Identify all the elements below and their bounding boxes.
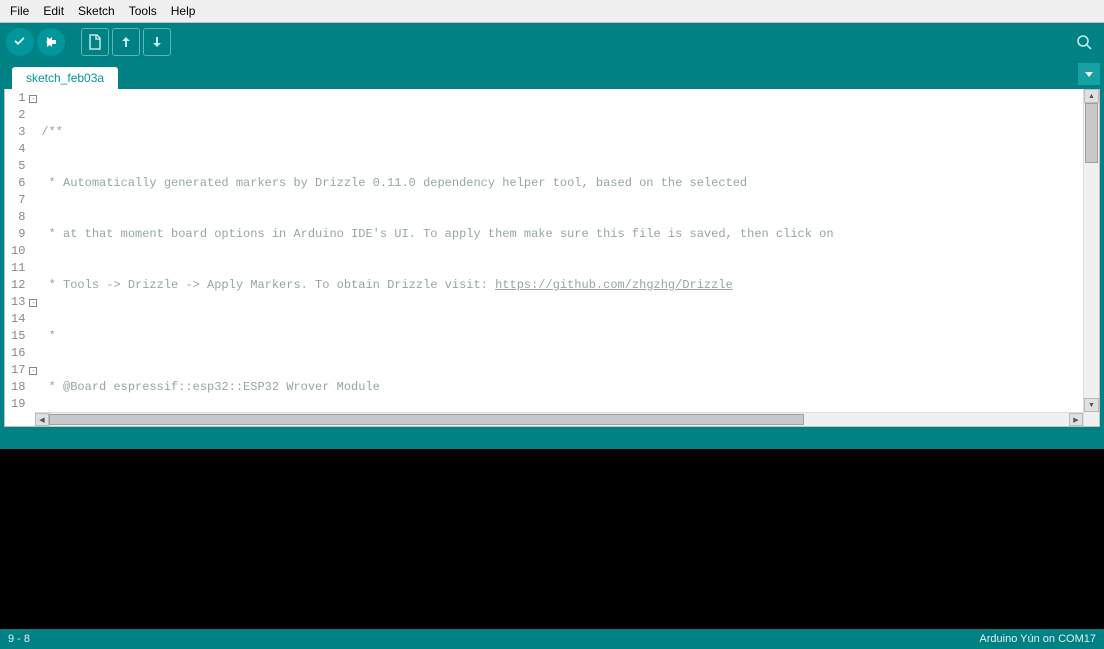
- scroll-up-button[interactable]: ▲: [1084, 89, 1099, 103]
- code-text: * Automatically generated markers by Dri…: [41, 176, 747, 190]
- line-gutter: 12345678910111213141516171819: [5, 89, 29, 426]
- code-area[interactable]: /** * Automatically generated markers by…: [39, 89, 1083, 426]
- menu-help[interactable]: Help: [165, 2, 202, 20]
- new-button[interactable]: [81, 28, 109, 56]
- scroll-right-button[interactable]: ▶: [1069, 413, 1083, 426]
- scroll-track[interactable]: [49, 413, 1069, 426]
- menubar: File Edit Sketch Tools Help: [0, 0, 1104, 23]
- open-button[interactable]: [112, 28, 140, 56]
- code-editor[interactable]: 12345678910111213141516171819 --- /** * …: [4, 89, 1100, 427]
- horizontal-scrollbar[interactable]: ◀ ▶: [35, 412, 1083, 426]
- code-text: * Tools -> Drizzle -> Apply Markers. To …: [41, 278, 495, 292]
- status-cursor-pos: 9 - 8: [8, 633, 30, 645]
- statusbar: 9 - 8 Arduino Yún on COM17: [0, 629, 1104, 649]
- tab-row: sketch_feb03a: [0, 61, 1104, 89]
- code-text: *: [41, 329, 55, 343]
- upload-button[interactable]: [37, 28, 65, 56]
- menu-sketch[interactable]: Sketch: [72, 2, 121, 20]
- code-text: /**: [41, 125, 63, 139]
- verify-button[interactable]: [6, 28, 34, 56]
- scroll-thumb[interactable]: [49, 414, 804, 425]
- tab-menu-button[interactable]: [1078, 63, 1100, 85]
- status-board-port: Arduino Yún on COM17: [979, 633, 1096, 645]
- serial-monitor-button[interactable]: [1070, 28, 1098, 56]
- save-button[interactable]: [143, 28, 171, 56]
- toolbar: [0, 23, 1104, 61]
- code-text: * at that moment board options in Arduin…: [41, 227, 833, 241]
- code-text: * @Board espressif::esp32::ESP32 Wrover …: [41, 380, 379, 394]
- menu-file[interactable]: File: [4, 2, 35, 20]
- divider: [0, 427, 1104, 449]
- scroll-thumb[interactable]: [1085, 103, 1098, 163]
- menu-edit[interactable]: Edit: [37, 2, 70, 20]
- scroll-left-button[interactable]: ◀: [35, 413, 49, 426]
- scroll-down-button[interactable]: ▼: [1084, 398, 1099, 412]
- code-link[interactable]: https://github.com/zhgzhg/Drizzle: [495, 278, 733, 292]
- output-console[interactable]: [0, 449, 1104, 629]
- menu-tools[interactable]: Tools: [123, 2, 163, 20]
- fold-column: ---: [29, 89, 39, 426]
- tab-sketch[interactable]: sketch_feb03a: [12, 67, 118, 89]
- vertical-scrollbar[interactable]: ▲ ▼: [1083, 89, 1099, 426]
